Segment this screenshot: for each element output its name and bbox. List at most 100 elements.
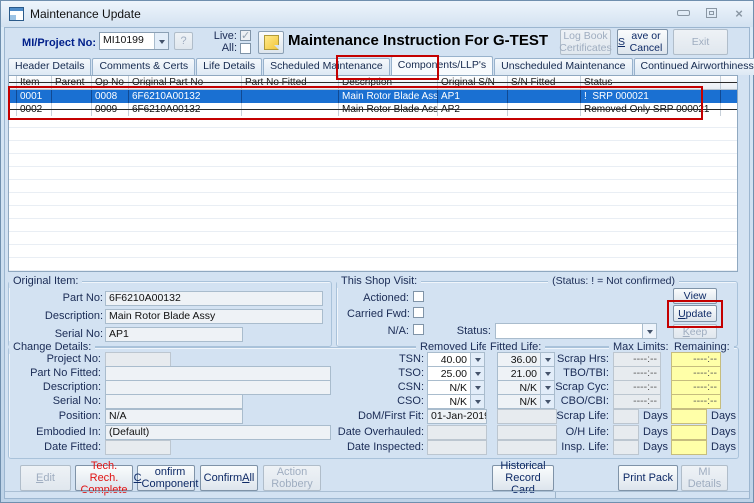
mi-details-button[interactable]: MI Details [681,465,728,491]
tab-scheduled-maintenance[interactable]: Scheduled Maintenance [263,58,390,75]
carried-fwd-checkbox[interactable] [413,307,424,318]
col-status[interactable]: Status [581,76,721,89]
cell-part-no-fitted [242,90,339,103]
update-button[interactable]: Update [673,305,717,322]
insp-life-label: Insp. Life: [561,441,609,453]
confirm-component-button[interactable]: Confirm Component [134,465,198,491]
tab-life-details[interactable]: Life Details [196,58,263,75]
chevron-down-icon[interactable] [470,395,484,408]
components-table[interactable]: Item Parent Op No Original Part No Part … [8,75,738,272]
tab-continued-airworthiness[interactable]: Continued Airworthiness Requirements [633,58,754,75]
chevron-down-icon[interactable] [470,367,484,380]
confirm-all-button[interactable]: Confirm All [200,465,258,491]
cell-original-sn: AP2 [438,103,508,116]
help-button[interactable]: ? [174,32,193,50]
historical-record-card-button[interactable]: Historical Record Card [492,460,554,496]
scrap-cyc-max-field: ----:-- [613,380,661,395]
print-pack-button[interactable]: Print Pack [618,465,678,491]
table-header-row[interactable]: Item Parent Op No Original Part No Part … [9,76,737,90]
scrap-hrs-remaining-field: ----:-- [671,352,721,367]
status-bar [5,491,749,498]
window-title: Maintenance Update [30,7,141,21]
cso-removed-combobox[interactable]: N/K [427,394,485,409]
cell-item: 0001 [17,90,52,103]
save-or-cancel-button[interactable]: Save or Cancel [617,29,668,55]
chevron-down-icon[interactable] [154,33,168,49]
mi-project-combobox[interactable]: MI10199 [99,32,169,50]
all-checkbox[interactable] [240,43,251,54]
scrap-cyc-label: Scrap Cyc: [555,381,609,393]
chevron-down-icon[interactable] [470,353,484,366]
chevron-down-icon[interactable] [470,381,484,394]
col-original-part-no[interactable]: Original Part No [129,76,242,89]
cell-parent [52,90,92,103]
exit-button[interactable]: Exit [673,29,728,55]
col-op-no[interactable]: Op No [92,76,129,89]
col-sn-fitted[interactable]: S/N Fitted [508,76,581,89]
change-serial-no-field [105,394,243,409]
tsn-removed-value: 40.00 [440,354,467,366]
cbo-cbi-remaining-field: ----:-- [671,394,721,409]
scrap-life-label: Scrap Life: [556,410,609,422]
date-inspected-label: Date Inspected: [346,441,424,453]
cso-fitted-value: N/K [519,396,537,408]
description-label: Description: [44,310,103,322]
scrap-life-max-days: Days [643,410,669,422]
tab-header-details[interactable]: Header Details [8,58,92,75]
date-overhauled-removed-field [427,425,487,440]
insp-life-max-field [613,440,639,455]
insp-life-remaining-field [671,440,707,455]
table-row-struck[interactable]: 0002 0009 6F6210A00132 Main Rotor Blade … [9,103,737,116]
part-no-field: 6F6210A00132 [105,291,323,306]
table-row-selected[interactable]: 0001 0008 6F6210A00132 Main Rotor Blade … [9,90,737,103]
csn-label: CSN: [397,381,424,393]
tech-rech-complete-button[interactable]: Tech. Rech. Complete [75,460,133,496]
cso-removed-value: N/K [449,396,467,408]
all-label: All: [221,42,237,54]
tbo-tbi-max-field: ----:-- [613,366,661,381]
live-checkbox[interactable] [240,29,251,42]
keep-button[interactable]: Keep [673,324,717,339]
scrap-life-remaining-days: Days [711,410,737,422]
log-book-certificates-button[interactable]: Log Book Certificates [559,29,612,55]
view-button[interactable]: View [673,288,717,304]
embodied-in-label: Embodied In: [36,426,101,438]
actioned-label: Actioned: [363,292,409,304]
col-parent[interactable]: Parent [52,76,92,89]
sticky-note-icon [263,35,279,50]
cell-parent [52,103,92,116]
tab-components-llps[interactable]: Components/LLP's [390,56,494,75]
chevron-down-icon[interactable] [642,324,656,338]
cell-status: ! SRP 000021 [581,90,721,103]
col-part-no-fitted[interactable]: Part No Fitted [242,76,339,89]
col-description[interactable]: Description [339,76,438,89]
action-robbery-button[interactable]: Action Robbery [263,465,321,491]
status-combobox[interactable] [495,323,657,339]
cell-status: Removed Only SRP 000021 [581,103,721,116]
na-label: N/A: [387,325,409,337]
original-item-title: Original Item: [9,275,83,288]
csn-removed-combobox[interactable]: N/K [427,380,485,395]
actioned-checkbox[interactable] [413,291,424,302]
tso-label: TSO: [398,367,424,379]
tab-unscheduled-maintenance[interactable]: Unscheduled Maintenance [494,58,633,75]
part-no-fitted-label: Part No Fitted: [30,367,101,379]
cell-op-no: 0008 [92,90,129,103]
maximize-button[interactable] [704,6,718,20]
shop-visit-title: This Shop Visit: [337,275,422,288]
cell-sn-fitted [508,103,581,116]
tso-removed-combobox[interactable]: 25.00 [427,366,485,381]
col-item[interactable]: Item [17,76,52,89]
col-original-sn[interactable]: Original S/N [438,76,508,89]
close-icon[interactable]: × [732,6,746,21]
minimize-button[interactable] [676,6,690,20]
tab-comments-certs[interactable]: Comments & Certs [92,58,196,75]
scrap-cyc-remaining-field: ----:-- [671,380,721,395]
oh-life-remaining-days: Days [711,426,737,438]
date-inspected-removed-field [427,440,487,455]
tsn-removed-combobox[interactable]: 40.00 [427,352,485,367]
na-checkbox[interactable] [413,324,424,335]
edit-button[interactable]: Edit [20,465,71,491]
page-title: Maintenance Instruction For G-TEST [287,32,549,49]
tso-fitted-value: 21.00 [510,368,537,380]
